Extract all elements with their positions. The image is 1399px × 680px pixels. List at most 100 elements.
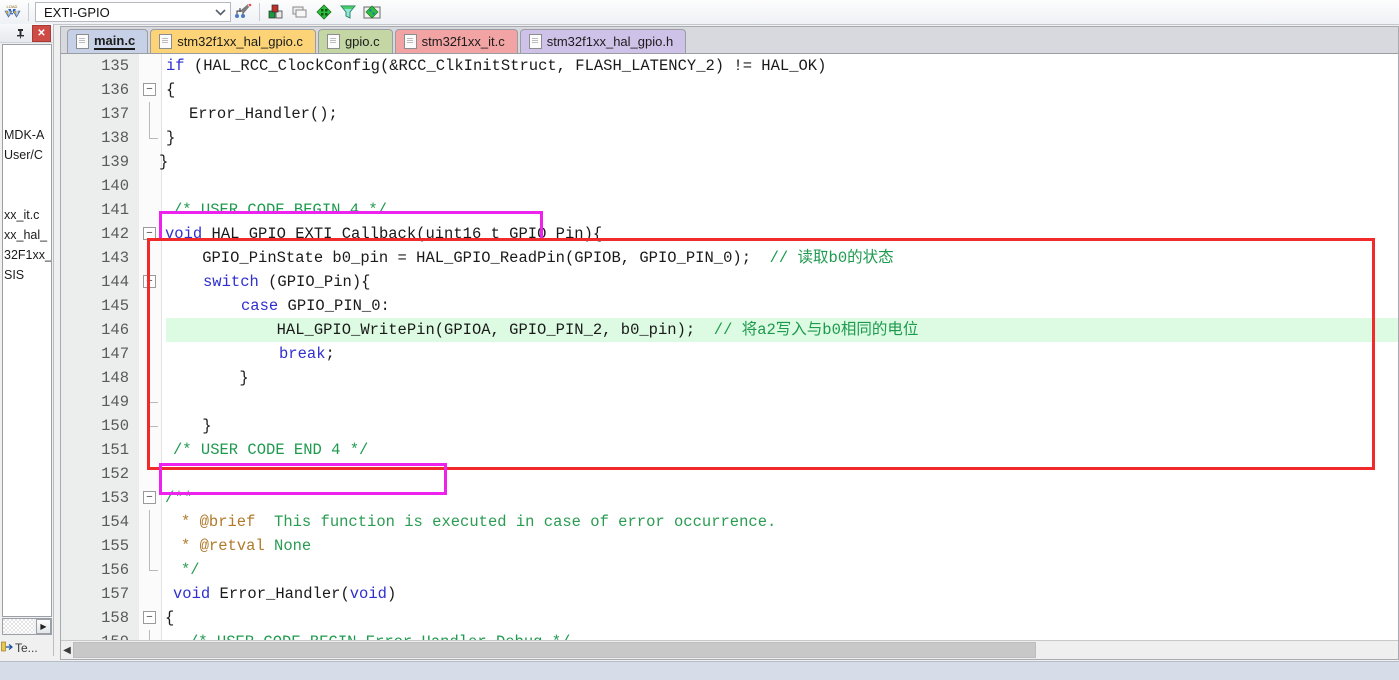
project-panel-tabstrip[interactable]: Te... <box>0 638 54 658</box>
tab-label: gpio.c <box>344 34 380 49</box>
line-number: 152 <box>101 465 129 483</box>
code-line[interactable]: 141 /* USER CODE BEGIN 4 */ <box>61 198 1398 222</box>
line-number: 142 <box>101 225 129 243</box>
line-number: 138 <box>101 129 129 147</box>
line-text: { <box>166 81 176 99</box>
fold-collapse-icon[interactable]: − <box>143 83 156 96</box>
configuration-wizard-green-icon[interactable] <box>312 1 336 23</box>
scrollbar-track[interactable] <box>3 619 34 634</box>
code-line[interactable]: 157 void Error_Handler(void) <box>61 582 1398 606</box>
file-icon <box>326 34 340 49</box>
code-line-highlighted[interactable]: 146 HAL_GPIO_WritePin(GPIOA, GPIO_PIN_2,… <box>61 318 1398 342</box>
code-line[interactable]: 151 /* USER CODE END 4 */ <box>61 438 1398 462</box>
line-number: 150 <box>101 417 129 435</box>
line-text: { <box>165 609 175 627</box>
tree-item-hal[interactable]: xx_hal_ <box>3 225 51 245</box>
fold-guide-end <box>149 126 158 139</box>
code-line[interactable]: 148 } <box>61 366 1398 390</box>
line-text: } <box>165 369 249 387</box>
fold-guide-line <box>149 246 150 270</box>
code-line[interactable]: 150 } <box>61 414 1398 438</box>
fold-guide-line <box>149 510 150 534</box>
code-surface[interactable]: 135 if (HAL_RCC_ClockConfig(&RCC_ClkInit… <box>61 54 1398 659</box>
line-number: 158 <box>101 609 129 627</box>
line-code: HAL_GPIO_WritePin(GPIOA, GPIO_PIN_2, b0_… <box>165 321 714 339</box>
pin-icon[interactable] <box>12 26 29 41</box>
editor-hscrollbar[interactable]: ◀ <box>61 640 1398 659</box>
fold-collapse-icon[interactable]: − <box>143 227 156 240</box>
line-text-comment: */ <box>181 561 200 579</box>
tree-item[interactable] <box>3 185 51 205</box>
line-text: if (HAL_RCC_ClockConfig(&RCC_ClkInitStru… <box>166 54 826 78</box>
line-number: 156 <box>101 561 129 579</box>
tab-stm32f1xx-hal-gpio-h[interactable]: stm32f1xx_hal_gpio.h <box>519 29 687 53</box>
code-line[interactable]: 135 if (HAL_RCC_ClockConfig(&RCC_ClkInit… <box>61 54 1398 78</box>
code-line[interactable]: 149 <box>61 390 1398 414</box>
code-line[interactable]: 137 Error_Handler(); <box>61 102 1398 126</box>
file-icon <box>403 34 417 49</box>
tab-gpio-c[interactable]: gpio.c <box>317 29 393 53</box>
code-line[interactable]: 140 <box>61 174 1398 198</box>
filter-funnel-icon[interactable] <box>336 1 360 23</box>
tree-item-stm32f1xx[interactable]: 32F1xx_ <box>3 245 51 265</box>
load-download-icon[interactable]: LOAD <box>0 1 24 23</box>
code-line[interactable]: 142 − void HAL_GPIO_EXTI_Callback(uint16… <box>61 222 1398 246</box>
tree-item[interactable] <box>3 105 51 125</box>
tree-item-mdk-arm[interactable]: MDK-A <box>3 125 51 145</box>
tree-item-cmsis[interactable]: SIS <box>3 265 51 285</box>
code-line[interactable]: 144 − switch (GPIO_Pin){ <box>61 270 1398 294</box>
line-rest: ) <box>386 585 397 603</box>
code-line[interactable]: 138 } <box>61 126 1398 150</box>
keyword-void-param: void <box>349 585 387 603</box>
line-text: break; <box>279 342 335 366</box>
code-line[interactable]: 152 <box>61 462 1398 486</box>
file-icon <box>528 34 542 49</box>
windows-cascade-icon[interactable] <box>288 1 312 23</box>
line-text: void Error_Handler(void) <box>173 582 396 606</box>
code-line[interactable]: 136 − { <box>61 78 1398 102</box>
chevron-down-icon[interactable] <box>210 3 230 21</box>
text-templates-icon <box>1 641 13 656</box>
tab-main-c[interactable]: main.c <box>67 29 149 53</box>
line-text: } <box>166 129 176 147</box>
code-line[interactable]: 153 − /** <box>61 486 1398 510</box>
tree-item[interactable] <box>3 85 51 105</box>
package-installer-icon[interactable] <box>360 1 384 23</box>
code-line[interactable]: 147 break; <box>61 342 1398 366</box>
code-line[interactable]: 156 */ <box>61 558 1398 582</box>
code-line[interactable]: 143 GPIO_PinState b0_pin = HAL_GPIO_Read… <box>61 246 1398 270</box>
tree-item[interactable] <box>3 65 51 85</box>
code-line[interactable]: 139 } <box>61 150 1398 174</box>
line-number: 141 <box>101 201 129 219</box>
tab-stm32f1xx-hal-gpio-c[interactable]: stm32f1xx_hal_gpio.c <box>150 29 316 53</box>
project-panel-hscrollbar[interactable]: ▶ <box>2 618 52 635</box>
project-target-combo[interactable]: EXTI-GPIO <box>35 2 231 22</box>
code-line[interactable]: 154 * @brief This function is executed i… <box>61 510 1398 534</box>
close-icon[interactable]: ✕ <box>32 24 51 42</box>
line-text: void HAL_GPIO_EXTI_Callback(uint16_t GPI… <box>165 222 602 246</box>
line-text-comment: /* USER CODE BEGIN 4 */ <box>173 201 387 219</box>
code-line[interactable]: 158 − { <box>61 606 1398 630</box>
tree-item-user-core[interactable]: User/C <box>3 145 51 165</box>
code-line[interactable]: 155 * @retval None <box>61 534 1398 558</box>
line-text: * @retval None <box>181 534 311 558</box>
tree-item[interactable] <box>3 45 51 65</box>
tree-item-it-c[interactable]: xx_it.c <box>3 205 51 225</box>
scroll-right-arrow-icon[interactable]: ▶ <box>36 619 51 634</box>
code-line[interactable]: 145 case GPIO_PIN_0: <box>61 294 1398 318</box>
scrollbar-thumb[interactable] <box>73 642 1036 658</box>
manage-project-items-icon[interactable] <box>264 1 288 23</box>
fold-collapse-icon[interactable]: − <box>143 275 156 288</box>
project-panel-tab-label[interactable]: Te... <box>15 641 38 655</box>
tree-item[interactable] <box>3 165 51 185</box>
tab-label: stm32f1xx_it.c <box>421 34 505 49</box>
tab-label: stm32f1xx_hal_gpio.c <box>177 34 303 49</box>
fold-guide-line <box>149 102 150 126</box>
fold-collapse-icon[interactable]: − <box>143 491 156 504</box>
fold-collapse-icon[interactable]: − <box>143 611 156 624</box>
tab-stm32f1xx-it-c[interactable]: stm32f1xx_it.c <box>394 29 518 53</box>
target-options-wizard-icon[interactable] <box>231 1 255 23</box>
code-lines[interactable]: 135 if (HAL_RCC_ClockConfig(&RCC_ClkInit… <box>61 54 1398 659</box>
scroll-left-arrow-icon[interactable]: ◀ <box>61 642 73 658</box>
project-tree[interactable]: MDK-A User/C xx_it.c xx_hal_ 32F1xx_ SIS <box>2 44 52 617</box>
